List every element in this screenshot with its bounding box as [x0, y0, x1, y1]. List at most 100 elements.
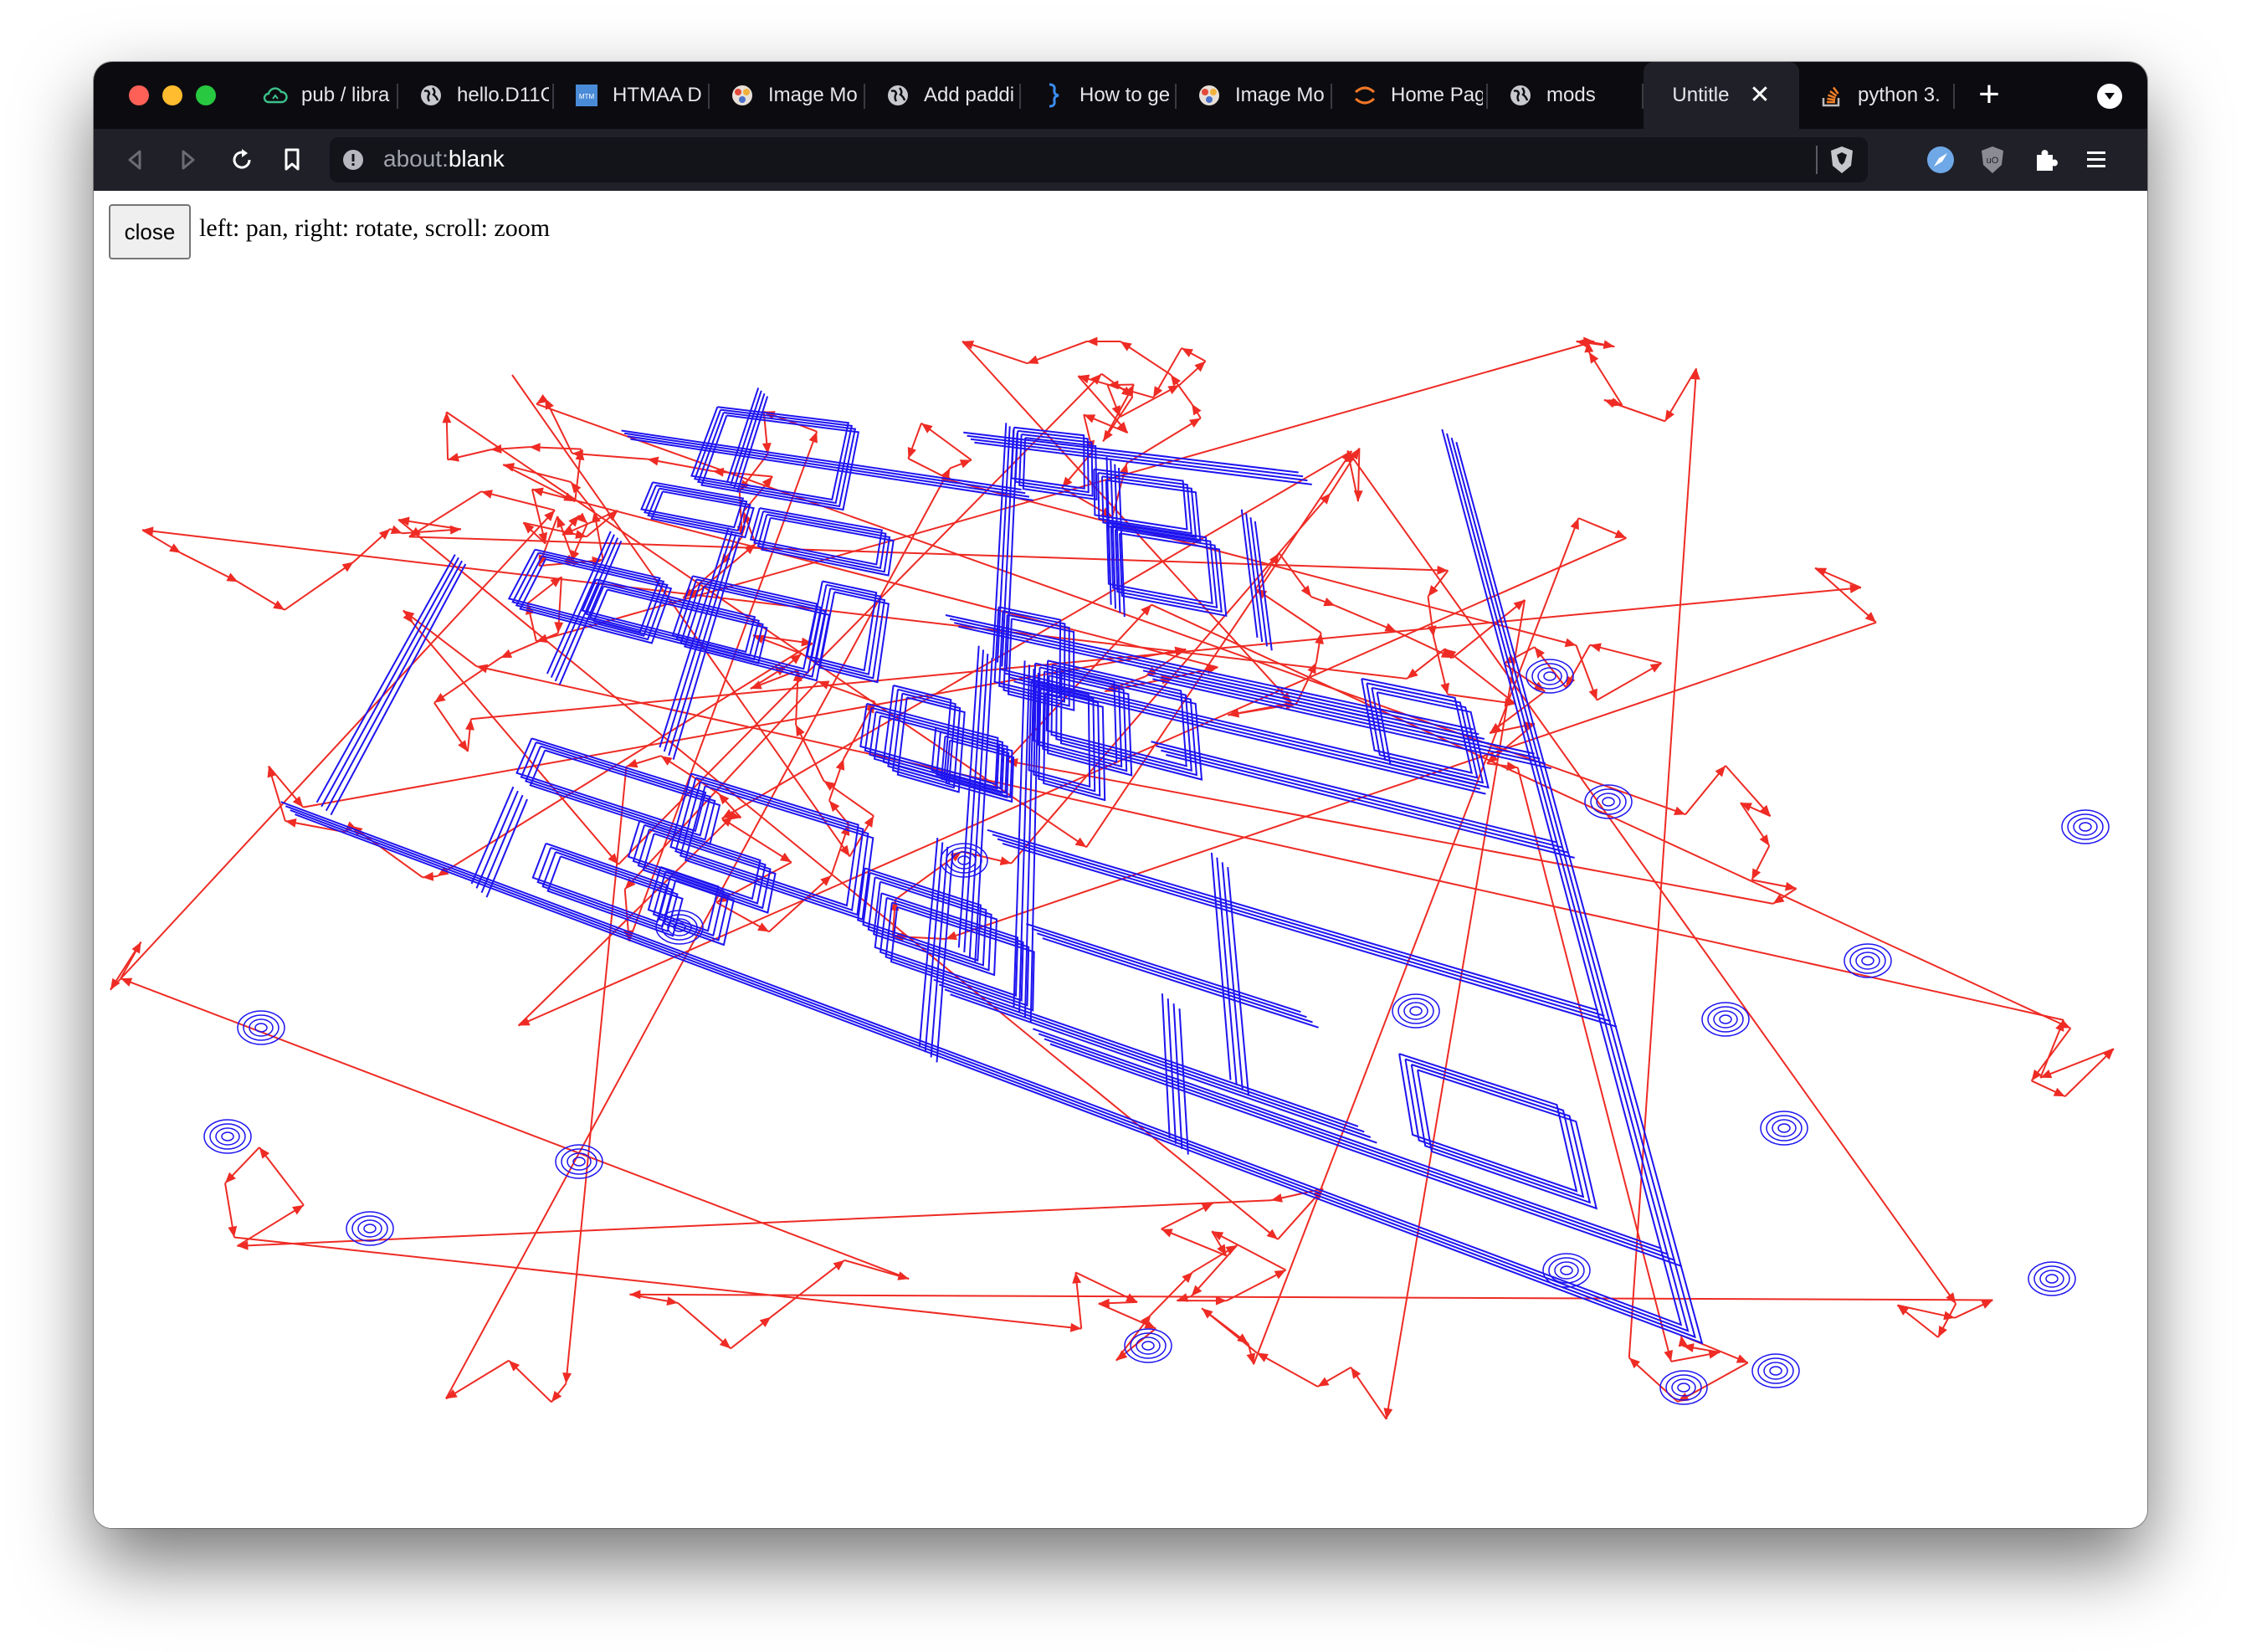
trace-path	[1038, 1033, 1669, 1255]
travel-arrow	[1120, 341, 1132, 351]
pad-ring	[1763, 1362, 1788, 1380]
reload-button[interactable]	[223, 141, 261, 179]
tab-bar: pub / libra hello.D11C MTM HTMAA D Image…	[94, 62, 2147, 129]
tab-image-mods-1[interactable]: Image Mo	[710, 62, 865, 129]
travel-arrow	[465, 719, 474, 731]
site-info-icon[interactable]	[341, 148, 365, 172]
travel-arrow	[285, 818, 297, 828]
drill-pads	[203, 659, 2110, 1405]
trace-path	[933, 978, 1359, 1127]
trace-path	[1044, 1038, 1675, 1261]
trace-path	[963, 431, 1299, 474]
travel-arrow	[1440, 682, 1450, 695]
toolpath-3d-view[interactable]	[94, 274, 2147, 1528]
mods-icon	[730, 83, 755, 108]
tab-list-dropdown-icon[interactable]	[2097, 84, 2122, 109]
forward-button[interactable]	[169, 141, 208, 179]
trace-path	[470, 786, 515, 885]
pad-ring	[555, 1144, 603, 1179]
travel-line	[110, 510, 556, 991]
travel-arrow	[647, 456, 659, 466]
travel-arrow	[121, 977, 133, 987]
travel-arrow	[433, 692, 446, 703]
travel-arrow	[1534, 647, 1545, 659]
pad-ring	[1392, 993, 1440, 1029]
tab-htmaa[interactable]: MTM HTMAA D	[554, 62, 710, 129]
trace-path	[957, 645, 980, 948]
tab-home-page[interactable]: Home Pag	[1332, 62, 1488, 129]
pad-ring	[2045, 1274, 2059, 1284]
travel-arrow	[1946, 1292, 1956, 1304]
url-divider	[1816, 146, 1818, 174]
travel-arrow	[273, 600, 285, 610]
new-tab-button[interactable]: +	[1968, 74, 2010, 115]
extension-compass-icon[interactable]	[1923, 142, 1958, 177]
tab-python3[interactable]: python 3.	[1799, 62, 1955, 129]
pad-ring	[1141, 1341, 1155, 1351]
travel-arrow	[267, 766, 276, 778]
close-tab-icon[interactable]: ✕	[1749, 83, 1770, 108]
globe-icon	[1508, 83, 1533, 108]
travel-line	[437, 643, 813, 877]
bookmark-button[interactable]	[273, 141, 311, 179]
travel-arrow	[1351, 1367, 1362, 1379]
ublock-origin-icon[interactable]: uO	[1975, 142, 2010, 177]
pad-ring	[237, 1010, 285, 1045]
travel-arrow	[341, 562, 354, 572]
tab-untitled-active[interactable]: Untitle ✕	[1644, 62, 1799, 129]
travel-line	[233, 1236, 1082, 1330]
tab-title: mods	[1546, 84, 1596, 106]
extensions-puzzle-icon[interactable]	[2028, 142, 2064, 177]
travel-arrow	[808, 431, 818, 444]
trace-path	[1049, 1043, 1683, 1268]
travel-line	[770, 1260, 845, 1318]
travel-arrow	[1649, 663, 1662, 673]
close-window-button[interactable]	[129, 85, 149, 105]
close-button[interactable]: close	[109, 204, 191, 259]
tab-pub-library[interactable]: pub / libra	[243, 62, 398, 129]
travel-arrow	[779, 852, 792, 863]
travel-arrow	[476, 664, 489, 674]
tab-image-mods-2[interactable]: Image Mo	[1177, 62, 1332, 129]
pad-ring	[1526, 659, 1574, 694]
pad-ring	[1769, 1366, 1782, 1376]
minimize-window-button[interactable]	[162, 85, 182, 105]
travel-arrow	[1427, 625, 1437, 637]
trace-path	[987, 829, 1599, 1012]
trace-path	[325, 560, 463, 812]
tab-hello-d11c[interactable]: hello.D11C	[398, 62, 554, 129]
travel-arrow	[1069, 1322, 1082, 1332]
pad-ring	[2073, 818, 2098, 836]
brave-shields-icon[interactable]	[1826, 144, 1858, 176]
back-button[interactable]	[115, 141, 154, 179]
pad-ring	[1602, 797, 1615, 807]
trace-path	[726, 387, 760, 484]
travel-arrow	[1674, 806, 1686, 815]
svg-text:MTM: MTM	[579, 93, 595, 100]
travel-arrow	[1736, 1354, 1748, 1363]
tab-how-to-get[interactable]: How to ge	[1021, 62, 1177, 129]
travel-arrow	[556, 516, 566, 529]
pad-ring	[1543, 671, 1556, 681]
pad-ring	[1713, 1010, 1738, 1029]
tab-mods[interactable]: mods	[1488, 62, 1644, 129]
travel-arrow	[1506, 762, 1518, 771]
travel-arrow	[1614, 529, 1627, 538]
zoom-window-button[interactable]	[196, 85, 216, 105]
travel-line	[284, 561, 354, 611]
tab-add-padding[interactable]: Add paddi	[865, 62, 1021, 129]
travel-line	[629, 1293, 1993, 1301]
travel-arrow	[1664, 409, 1674, 422]
travel-arrow	[390, 525, 403, 535]
travel-arrow	[833, 1260, 845, 1271]
tab-title: Home Pag	[1391, 84, 1483, 106]
pad-ring	[1760, 1111, 1808, 1146]
travel-arrow	[1759, 834, 1770, 846]
travel-arrow	[835, 758, 845, 771]
travel-arrow	[1588, 688, 1597, 700]
address-bar[interactable]: about:blank	[330, 137, 1868, 182]
menu-hamburger-icon[interactable]	[2079, 142, 2114, 177]
travel-arrow	[999, 856, 1012, 865]
travel-arrow	[1428, 585, 1438, 597]
travel-line	[259, 1147, 305, 1206]
